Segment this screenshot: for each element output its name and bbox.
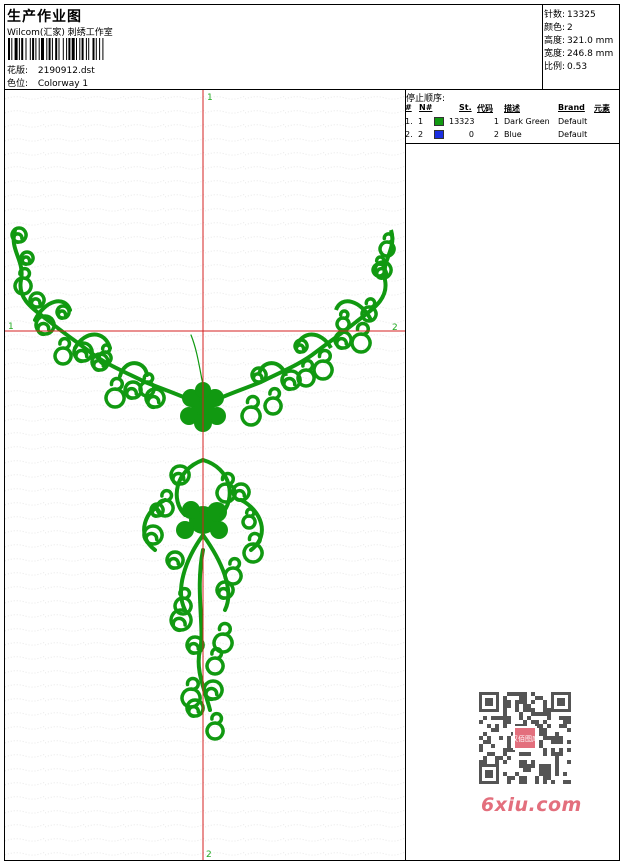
stat-height: 高度: 321.0 mm — [544, 33, 613, 46]
stat-stitches-label: 针数: — [544, 10, 566, 20]
colorway-label: 色位: — [7, 79, 29, 89]
row1-needle: 1 — [418, 117, 424, 126]
stat-colors-value: 2 — [567, 23, 573, 33]
design-file-value: 2190912.dst — [37, 66, 95, 76]
watermark-text: 6xiu.com — [481, 794, 582, 816]
stat-scale: 比例: 0.53 — [544, 59, 587, 72]
design-file-row: 花版: 2190912.dst — [7, 63, 95, 76]
row1-description: Dark Green — [504, 117, 550, 126]
stat-scale-value: 0.53 — [567, 62, 588, 72]
stat-height-label: 高度: — [544, 36, 566, 46]
design-file-label: 花版: — [7, 66, 29, 76]
qr-code: 汉佰图库 — [477, 690, 573, 786]
col-code: 代码 — [477, 104, 493, 113]
row1-color-swatch — [434, 117, 444, 126]
col-element: 元素 — [594, 104, 610, 113]
row2-brand: Default — [558, 130, 588, 139]
colorway-row: 色位: Colorway 1 — [7, 76, 88, 89]
marker-left: 1 — [8, 322, 14, 332]
stats-block: 针数: 13325 颜色: 2 高度: 321.0 mm 宽度: 246.8 mm 比例… — [542, 5, 620, 89]
production-worksheet: 生产作业图 Wilcom(汇家) 刺绣工作室 花版: 2190912.dst 色… — [4, 4, 620, 861]
stat-colors: 颜色: 2 — [544, 20, 573, 33]
col-needle: N# — [419, 103, 433, 112]
stat-stitches: 针数: 13325 — [544, 7, 596, 20]
col-index: # — [405, 103, 412, 112]
row1-brand: Default — [558, 117, 588, 126]
header: 生产作业图 Wilcom(汇家) 刺绣工作室 花版: 2190912.dst 色… — [5, 5, 619, 90]
row2-code: 2 — [493, 130, 499, 139]
title-block: 生产作业图 Wilcom(汇家) 刺绣工作室 花版: 2190912.dst 色… — [5, 5, 542, 89]
row1-code: 1 — [493, 117, 499, 126]
barcode — [8, 38, 104, 60]
watermark-stamp-text: 汉佰图库 — [511, 734, 539, 743]
row2-stitches: 0 — [468, 130, 474, 139]
row1-index: 1. — [405, 117, 413, 126]
stat-height-value: 321.0 mm — [567, 36, 614, 46]
fabric-background — [5, 90, 405, 860]
watermark: 汉佰图库 6xiu.com — [471, 684, 587, 822]
stat-stitches-value: 13325 — [567, 10, 596, 20]
row2-needle: 2 — [418, 130, 424, 139]
marker-top: 1 — [207, 93, 213, 103]
stat-colors-label: 颜色: — [544, 23, 566, 33]
row2-index: 2. — [405, 130, 413, 139]
marker-right: 2 — [392, 323, 398, 333]
col-brand: Brand — [558, 103, 585, 112]
row1-stitches: 13323 — [449, 117, 475, 126]
col-description: 描述 — [504, 104, 520, 113]
document-title: 生产作业图 — [7, 9, 82, 25]
stat-width-value: 246.8 mm — [567, 49, 614, 59]
col-stitches: St. — [459, 103, 472, 112]
marker-bottom: 2 — [206, 850, 212, 860]
colorway-value: Colorway 1 — [37, 79, 89, 89]
stat-width: 宽度: 246.8 mm — [544, 46, 613, 59]
stat-width-label: 宽度: — [544, 49, 566, 59]
row2-color-swatch — [434, 130, 444, 139]
design-preview: 1 1 2 2 — [5, 90, 406, 860]
row2-description: Blue — [504, 130, 522, 139]
stop-sequence-panel: 停止顺序: # N# St. 代码 描述 Brand 元素 1. 1 13323… — [405, 90, 619, 144]
design-canvas: 1 1 2 2 — [5, 90, 405, 860]
company-name: Wilcom(汇家) 刺绣工作室 — [7, 28, 113, 38]
stat-scale-label: 比例: — [544, 62, 566, 72]
